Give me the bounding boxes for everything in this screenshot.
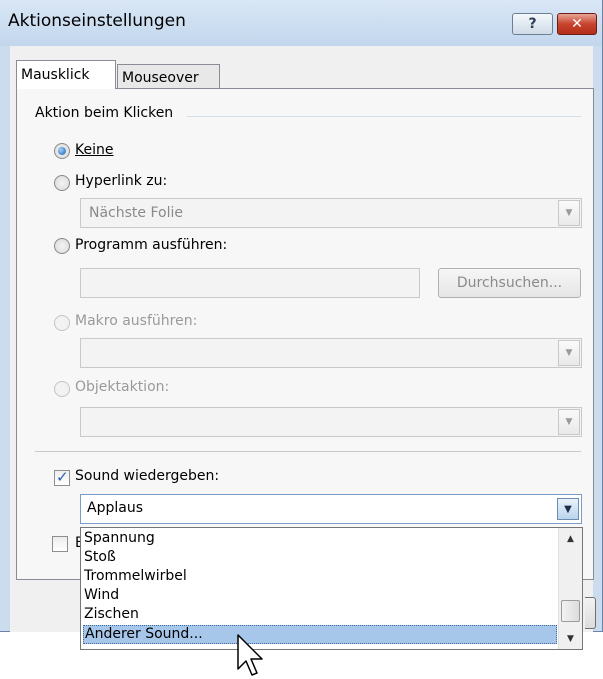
section-divider (35, 451, 581, 452)
radio-makro (54, 315, 70, 331)
chevron-down-icon: ▼ (558, 340, 580, 366)
sound-dropdown-list[interactable]: Spannung Stoß Trommelwirbel Wind Zischen… (80, 527, 583, 650)
hyperlink-select: Nächste Folie ▼ (80, 198, 582, 228)
sound-select[interactable]: Applaus ▼ (80, 494, 582, 524)
scroll-down-icon[interactable]: ▼ (559, 630, 582, 647)
sound-checkbox[interactable] (54, 468, 70, 486)
list-item[interactable]: Wind (83, 586, 557, 605)
macro-select: ▼ (80, 338, 582, 368)
title-bar[interactable]: Aktionseinstellungen ? ✕ (0, 0, 602, 46)
radio-hyperlink-label: Hyperlink zu: (75, 173, 168, 189)
list-item-selected[interactable]: Anderer Sound... (83, 625, 557, 644)
browse-button: Durchsuchen... (438, 268, 581, 298)
scroll-thumb[interactable] (561, 600, 580, 622)
group-title: Aktion beim Klicken (35, 105, 174, 121)
chevron-down-icon: ▼ (558, 409, 580, 435)
radio-keine-label: Keine (75, 142, 113, 158)
list-item[interactable]: Zischen (83, 605, 557, 624)
help-button[interactable]: ? (512, 13, 553, 35)
radio-makro-label: Makro ausführen: (75, 313, 198, 329)
radio-objektaktion-label: Objektaktion: (75, 379, 170, 395)
radio-programm-label: Programm ausführen: (75, 237, 228, 253)
close-icon: ✕ (571, 16, 583, 32)
chevron-down-icon: ▼ (558, 200, 580, 226)
radio-hyperlink[interactable] (54, 175, 70, 191)
program-path-input (80, 268, 420, 298)
sound-select-value: Applaus (87, 500, 143, 516)
list-item[interactable]: Stoß (83, 548, 557, 567)
tab-mausklick[interactable]: Mausklick (16, 60, 116, 89)
secondary-checkbox[interactable] (52, 536, 68, 552)
list-item[interactable]: Spannung (83, 529, 557, 548)
radio-keine-label-text: Keine (75, 142, 114, 158)
radio-keine[interactable] (54, 143, 70, 159)
hyperlink-select-value: Nächste Folie (89, 205, 183, 221)
window-title: Aktionseinstellungen (8, 11, 186, 31)
tab-mouseover[interactable]: Mouseover (117, 64, 220, 89)
ok-button-edge[interactable] (585, 597, 596, 629)
mouse-cursor-icon (237, 634, 263, 676)
object-action-select: ▼ (80, 407, 582, 437)
list-item[interactable]: Trommelwirbel (83, 567, 557, 586)
radio-programm[interactable] (54, 238, 70, 254)
sound-checkbox-label: Sound wiedergeben: (75, 468, 220, 484)
group-divider (187, 116, 581, 117)
chevron-down-icon[interactable]: ▼ (557, 498, 579, 520)
scroll-up-icon[interactable]: ▲ (559, 530, 582, 547)
list-scrollbar[interactable]: ▲ ▼ (558, 528, 582, 649)
radio-objektaktion (54, 381, 70, 397)
close-button[interactable]: ✕ (557, 13, 597, 35)
help-icon: ? (528, 16, 537, 32)
